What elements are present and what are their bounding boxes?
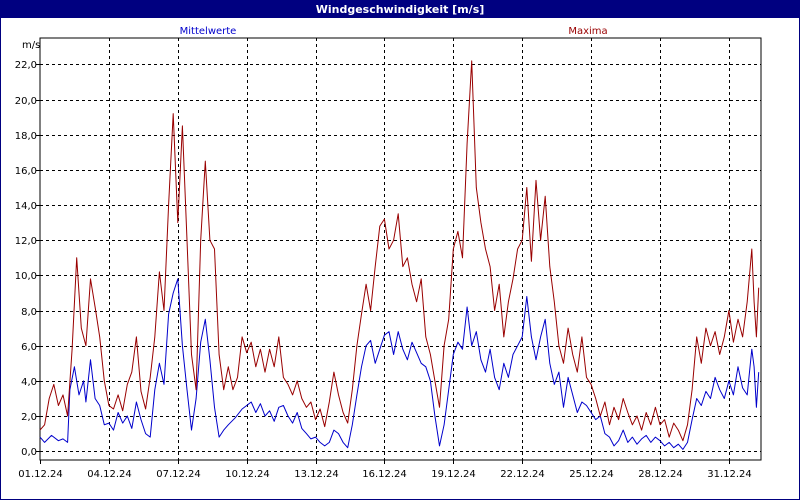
legend-mittelwerte: Mittelwerte xyxy=(180,26,237,37)
x-tick-label: 01.12.24 xyxy=(18,469,63,480)
y-axis-unit-label: m/s xyxy=(22,40,40,51)
y-tick-label: 20,0 xyxy=(15,96,37,107)
x-tick-label: 04.12.24 xyxy=(87,469,132,480)
y-tick-label: 16,0 xyxy=(15,166,37,177)
y-tick-label: 0,0 xyxy=(21,447,37,458)
y-tick-label: 22,0 xyxy=(15,60,37,71)
grid xyxy=(40,38,761,460)
plot-area-border xyxy=(39,37,762,461)
y-tick-label: 4,0 xyxy=(21,377,37,388)
y-tick-label: 18,0 xyxy=(15,131,37,142)
chart-svg: 0,0 2,0 4,0 6,0 8,0 10,0 12,0 14,0 16,0 18,0 20,0 2… xyxy=(15,26,762,480)
series-line-maxima xyxy=(39,60,760,442)
y-tick-label: 10,0 xyxy=(15,271,37,282)
x-tick-label: 31.12.24 xyxy=(707,469,752,480)
x-tick-label: 22.12.24 xyxy=(500,469,545,480)
legend-maxima: Maxima xyxy=(568,26,607,37)
x-tick-label: 16.12.24 xyxy=(362,469,407,480)
x-tick-label: 13.12.24 xyxy=(294,469,339,480)
x-tick-label: 25.12.24 xyxy=(569,469,614,480)
axes: 0,0 2,0 4,0 6,0 8,0 10,0 12,0 14,0 16,0 18,0 20,0 2… xyxy=(15,37,762,480)
x-tick-label: 28.12.24 xyxy=(638,469,683,480)
y-tick-label: 2,0 xyxy=(21,412,37,423)
y-tick-label: 14,0 xyxy=(15,201,37,212)
x-tick-label: 10.12.24 xyxy=(225,469,270,480)
y-tick-label: 12,0 xyxy=(15,236,37,247)
x-tick-label: 07.12.24 xyxy=(156,469,201,480)
series xyxy=(39,60,760,450)
x-tick-label: 19.12.24 xyxy=(431,469,476,480)
y-tick-label: 6,0 xyxy=(21,342,37,353)
y-tick-label: 8,0 xyxy=(21,307,37,318)
